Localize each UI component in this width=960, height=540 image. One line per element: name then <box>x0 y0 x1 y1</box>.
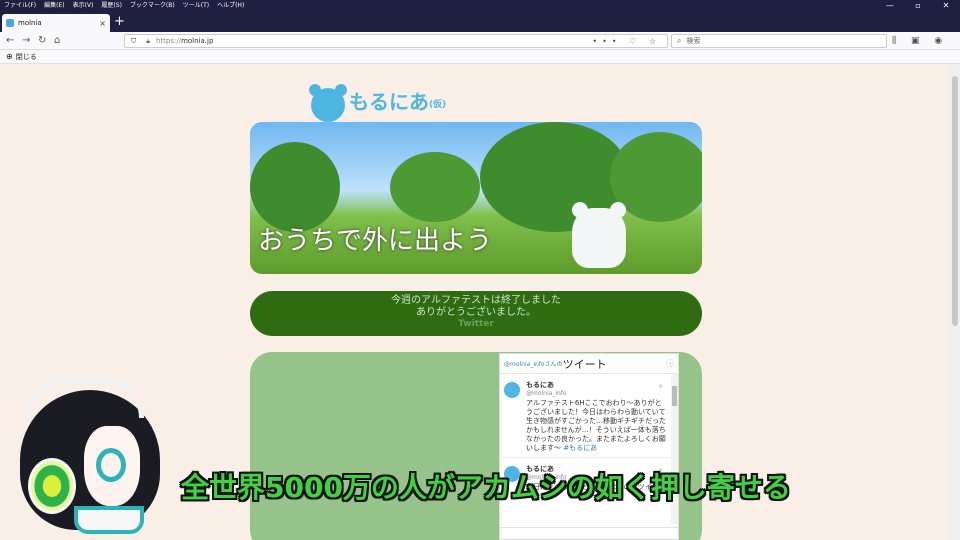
back-icon[interactable]: ← <box>6 34 14 48</box>
menu-bar: ファイル(F) 編集(E) 表示(V) 履歴(S) ブックマーク(B) ツール(… <box>0 0 960 12</box>
tweet-author-name[interactable]: もるにあ <box>526 380 666 390</box>
menu-help[interactable]: ヘルプ(H) <box>213 0 248 12</box>
home-icon[interactable]: ⌂ <box>54 34 60 48</box>
tweet-item[interactable]: ✦ もるにあ @molnia_info アルファテスト6Hここでおわり〜ありがと… <box>500 374 678 457</box>
url-host: molnia.jp <box>181 37 214 45</box>
twitter-bird-icon[interactable]: ✦ <box>657 382 664 391</box>
tree-shape <box>390 152 480 222</box>
timeline-footer <box>500 527 678 539</box>
scroll-thumb[interactable] <box>952 76 958 326</box>
video-caption: 全世界5000万の人がアカムシの如く押し寄せる <box>181 471 791 504</box>
url-scheme: https:// <box>155 37 182 45</box>
menu-history[interactable]: 履歴(S) <box>97 0 126 12</box>
lock-icon: 🔒︎ <box>146 36 150 45</box>
logo-subtitle: (仮) <box>429 100 447 110</box>
logo-text: もるにあ <box>349 90 429 114</box>
page-actions-icons[interactable]: ••• ♡ ☆ <box>592 37 661 46</box>
tree-shape <box>250 142 340 232</box>
timeline-header: @molnia_infoさんの ツイート ⓘ <box>500 354 678 374</box>
tweet-hashtag[interactable]: #もるにあ <box>563 444 597 452</box>
new-tab-button[interactable]: + <box>114 13 125 31</box>
headphone-band <box>24 378 144 418</box>
headphone-icon <box>28 458 76 514</box>
avatar-eye <box>96 448 126 482</box>
globe-icon: ⊕ <box>6 52 13 61</box>
tweet-text: アルファテスト6Hここでおわり〜ありがとうございました！今日はわらわら動いていて… <box>526 399 666 453</box>
tab-close-icon[interactable]: × <box>99 19 106 28</box>
menu-file[interactable]: ファイル(F) <box>0 0 40 12</box>
minimize-icon[interactable]: — <box>876 0 904 12</box>
timeline-heading: ツイート <box>562 357 607 371</box>
notice-line-1: 今週のアルファテストは終了しました <box>391 295 561 306</box>
search-input[interactable]: ⌕ 検索 <box>671 34 887 48</box>
tweet-author-handle[interactable]: @molnia_info <box>526 390 666 397</box>
timeline-scroll-thumb[interactable] <box>672 386 677 406</box>
url-bar[interactable]: ⛉ 🔒︎ https:// molnia.jp ••• ♡ ☆ <box>124 34 668 48</box>
tweet-avatar[interactable] <box>504 382 520 398</box>
logo-bear-icon[interactable] <box>309 84 347 122</box>
vtuber-avatar <box>14 378 164 540</box>
tab-molnia[interactable]: molnia × <box>2 14 110 32</box>
bookmark-item[interactable]: 閉じる <box>16 52 37 62</box>
twitter-timeline[interactable]: @molnia_infoさんの ツイート ⓘ ✦ もるにあ @molnia_in… <box>499 353 679 540</box>
site-logo[interactable]: もるにあ(仮) <box>349 86 446 115</box>
search-icon: ⌕ <box>677 36 682 45</box>
reload-icon[interactable]: ↻ <box>38 34 46 48</box>
tab-bar: molnia × + <box>0 12 960 32</box>
hero-title: おうちで外に出よう <box>258 226 493 256</box>
nav-bar: ← → ↻ ⌂ ⛉ 🔒︎ https:// molnia.jp ••• ♡ ☆ … <box>0 32 960 60</box>
maximize-icon[interactable]: ▫ <box>904 0 932 12</box>
white-bear-figure <box>572 202 626 268</box>
timeline-handle[interactable]: @molnia_infoさんの <box>504 359 563 368</box>
forward-icon[interactable]: → <box>22 34 30 48</box>
info-icon[interactable]: ⓘ <box>666 358 674 369</box>
tab-title: molnia <box>18 19 42 27</box>
menu-bookmarks[interactable]: ブックマーク(B) <box>126 0 179 12</box>
shield-icon[interactable]: ⛉ <box>131 37 136 46</box>
search-placeholder: 検索 <box>686 37 701 45</box>
menu-view[interactable]: 表示(V) <box>69 0 98 12</box>
hero-banner: おうちで外に出よう <box>250 122 702 274</box>
menu-tools[interactable]: ツール(T) <box>179 0 213 12</box>
bookmarks-bar: ⊕ 閉じる <box>0 50 960 64</box>
menu-edit[interactable]: 編集(E) <box>40 0 68 12</box>
alpha-test-notice: 今週のアルファテストは終了しました ありがとうございました。 Twitter <box>250 291 702 336</box>
avatar-collar <box>74 506 144 534</box>
favicon-icon <box>6 19 14 27</box>
page-scrollbar[interactable] <box>950 64 960 540</box>
window-controls: — ▫ ✕ <box>876 0 960 12</box>
notice-twitter-label[interactable]: Twitter <box>250 318 702 330</box>
close-window-icon[interactable]: ✕ <box>932 0 960 12</box>
